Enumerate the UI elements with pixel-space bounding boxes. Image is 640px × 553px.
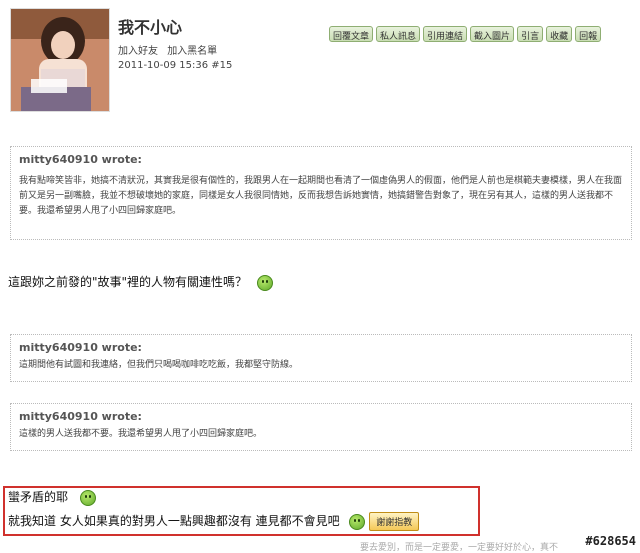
private-message-button[interactable]: 私人訊息 bbox=[376, 26, 421, 42]
quote-author: mitty640910 wrote: bbox=[19, 410, 142, 423]
quote-block: mitty640910 wrote: 我有點啼笑皆非，她搞不清狀況，其實我是很有… bbox=[10, 146, 632, 240]
add-friend-link[interactable]: 加入好友 bbox=[118, 46, 158, 57]
add-blacklist-link[interactable]: 加入黑名單 bbox=[167, 46, 217, 57]
post-meta: 2011-10-09 15:36 #15 bbox=[118, 60, 233, 71]
quote-block: mitty640910 wrote: 這期間他有試圖和我連絡，但我們只喝喝咖啡吃… bbox=[10, 334, 632, 382]
quote-text: 這樣的男人送我都不要。我還希望男人甩了小四回歸家庭吧。 bbox=[19, 429, 263, 439]
smiley-icon bbox=[349, 513, 366, 530]
quote-button[interactable]: 引言 bbox=[517, 26, 544, 42]
footer-signature: 要去愛別，而是一定要愛，一定要好好於心，真不 bbox=[360, 543, 559, 553]
post-actions: 回覆文章 私人訊息 引用連結 截入圖片 引言 收藏 回報 bbox=[329, 26, 602, 42]
capture-image-button[interactable]: 截入圖片 bbox=[470, 26, 515, 42]
thanks-button[interactable]: 謝謝指教 bbox=[369, 512, 420, 531]
highlight-line-2: 就我知道 女人如果真的對男人一點興趣都沒有 連見都不會見吧 謝謝指教 bbox=[8, 512, 420, 531]
report-button[interactable]: 回報 bbox=[575, 26, 602, 42]
favorite-button[interactable]: 收藏 bbox=[546, 26, 573, 42]
highlight-text-2: 就我知道 女人如果真的對男人一點興趣都沒有 連見都不會見吧 bbox=[8, 514, 340, 528]
quote-author: mitty640910 wrote: bbox=[19, 341, 142, 354]
author-links: 加入好友 加入黑名單 bbox=[118, 42, 223, 57]
reply-button[interactable]: 回覆文章 bbox=[329, 26, 374, 42]
quote-text: 這期間他有試圖和我連絡，但我們只喝喝咖啡吃吃飯，我都堅守防線。 bbox=[19, 360, 299, 370]
highlight-text-1: 蠻矛盾的耶 bbox=[8, 490, 69, 504]
quote-block: mitty640910 wrote: 這樣的男人送我都不要。我還希望男人甩了小四… bbox=[10, 403, 632, 451]
highlight-line-1: 蠻矛盾的耶 bbox=[8, 488, 96, 506]
reply-question: 這跟妳之前發的"故事"裡的人物有關連性嗎？ bbox=[8, 273, 273, 291]
reply-text: 這跟妳之前發的"故事"裡的人物有關連性嗎？ bbox=[8, 275, 248, 289]
smiley-icon bbox=[79, 489, 96, 506]
author-name[interactable]: 我不小心 bbox=[118, 14, 182, 38]
quote-text: 我有點啼笑皆非，她搞不清狀況，其實我是很有個性的，我跟男人在一起期間也看清了一個… bbox=[19, 176, 623, 216]
quote-author: mitty640910 wrote: bbox=[19, 153, 142, 166]
watermark: #628654 bbox=[585, 534, 636, 548]
user-avatar[interactable] bbox=[10, 8, 110, 112]
smiley-icon bbox=[256, 274, 273, 291]
avatar-photo bbox=[11, 9, 109, 111]
quote-link-button[interactable]: 引用連結 bbox=[423, 26, 468, 42]
